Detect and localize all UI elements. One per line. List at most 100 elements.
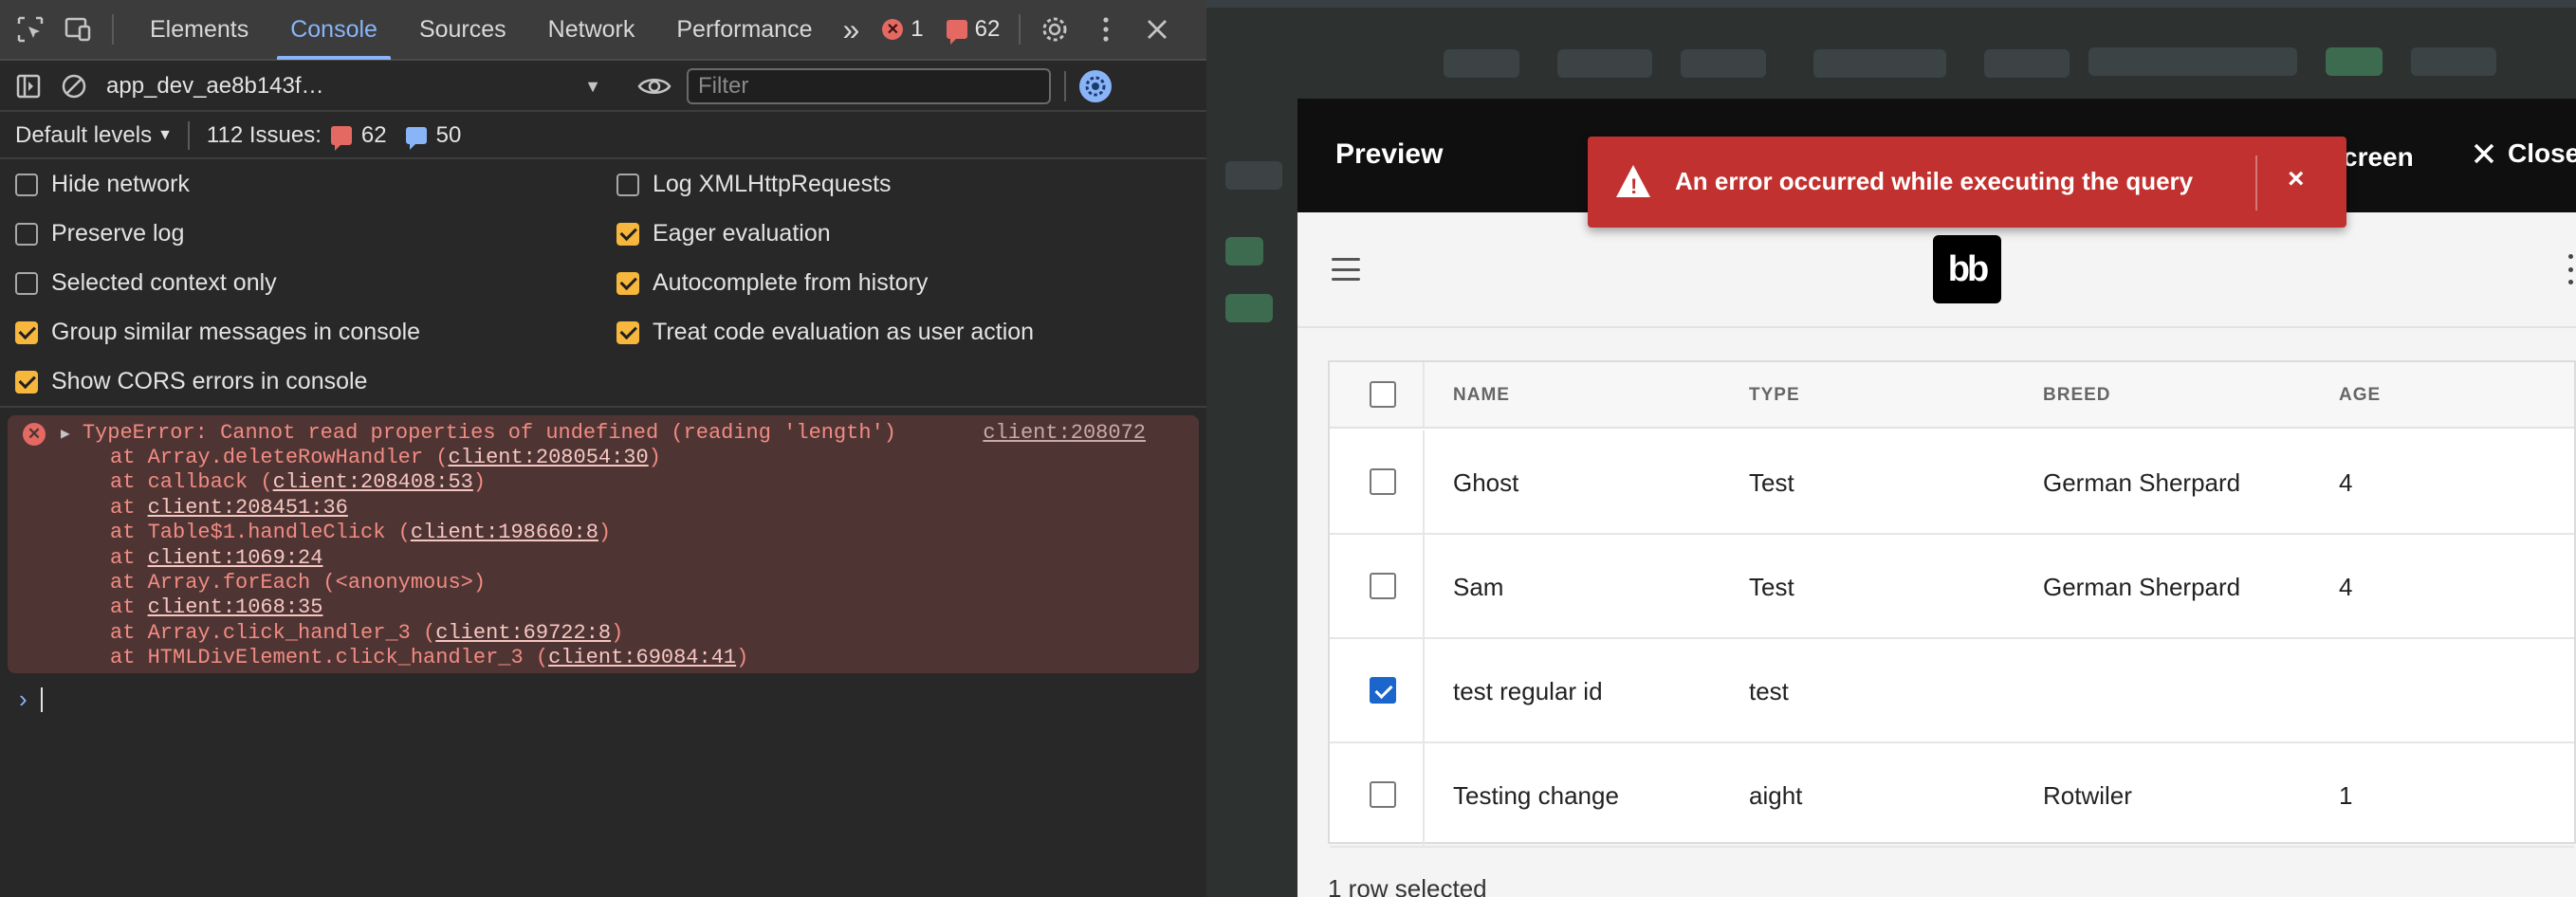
toolbar-divider: [1019, 14, 1021, 45]
stack-frame-link[interactable]: client:208054:30: [448, 446, 648, 469]
select-all-checkbox[interactable]: [1370, 381, 1396, 408]
toast-divider: [2255, 156, 2257, 211]
preserve-log-checkbox[interactable]: [15, 222, 38, 246]
table-row[interactable]: test regular id test: [1330, 639, 2574, 743]
column-header-breed[interactable]: BREED: [2043, 385, 2111, 406]
group-similar-option[interactable]: Group similar messages in console: [15, 319, 420, 346]
treat-code-checkbox[interactable]: [616, 320, 639, 344]
tab-elements[interactable]: Elements: [129, 0, 269, 60]
cell-name: Ghost: [1453, 468, 1519, 497]
row-checkbox[interactable]: [1370, 468, 1396, 495]
console-error-message: ✕ ▶ TypeError: Cannot read properties of…: [8, 415, 1199, 673]
cell-breed: Rotwiler: [2043, 781, 2132, 810]
settings-gear-icon[interactable]: [1036, 10, 1074, 48]
issues-summary[interactable]: 112 Issues: 62 50: [187, 121, 461, 151]
stack-frame-text: at Array.forEach (<anonymous>): [110, 570, 487, 595]
context-selector[interactable]: app_dev_ae8b143f… ▼: [93, 67, 615, 105]
blurred-element: [1225, 294, 1273, 322]
eager-eval-option[interactable]: Eager evaluation: [616, 220, 831, 247]
issue-count: 62: [974, 16, 1001, 42]
table-header: NAME TYPE BREED AGE: [1330, 362, 2574, 429]
stack-frame-link[interactable]: client:69722:8: [435, 621, 611, 645]
preserve-log-label: Preserve log: [51, 220, 185, 247]
table-row[interactable]: Testing change aight Rotwiler 1: [1330, 743, 2574, 848]
column-header-name[interactable]: NAME: [1453, 385, 1510, 406]
tab-performance[interactable]: Performance: [655, 0, 833, 60]
stack-frame-text: at Array.click_handler_3 (: [110, 620, 436, 645]
console-settings-icon[interactable]: [1079, 70, 1112, 102]
console-prompt[interactable]: ›: [19, 685, 43, 714]
log-xhr-checkbox[interactable]: [616, 173, 639, 196]
more-options-icon[interactable]: [2568, 254, 2576, 284]
cell-name: Sam: [1453, 573, 1504, 601]
column-header-age[interactable]: AGE: [2339, 385, 2381, 406]
tab-network[interactable]: Network: [527, 0, 656, 60]
error-circle-icon: ✕: [23, 423, 46, 446]
autocomplete-option[interactable]: Autocomplete from history: [616, 269, 928, 297]
toolbar-divider: [1064, 71, 1066, 101]
background-topbar: [1206, 0, 2576, 8]
tab-sources[interactable]: Sources: [398, 0, 527, 60]
tab-console[interactable]: Console: [269, 0, 398, 60]
column-header-type[interactable]: TYPE: [1749, 385, 1800, 406]
prompt-chevron-icon: ›: [19, 685, 28, 713]
expand-triangle-icon[interactable]: ▶: [61, 426, 70, 443]
hide-network-checkbox[interactable]: [15, 173, 38, 196]
eager-eval-checkbox[interactable]: [616, 222, 639, 246]
row-checkbox[interactable]: [1370, 781, 1396, 808]
stack-frame-text: ): [736, 646, 749, 670]
more-tabs-button[interactable]: »: [833, 0, 869, 60]
stack-frame-link[interactable]: client:1068:35: [148, 595, 323, 619]
show-cors-option[interactable]: Show CORS errors in console: [15, 368, 367, 395]
error-count-badge[interactable]: ✕ 1: [882, 16, 924, 43]
hamburger-menu-icon[interactable]: [1332, 258, 1360, 281]
log-levels-dropdown[interactable]: Default levels ▼: [0, 122, 188, 149]
text-caret: [40, 686, 43, 712]
blurred-element: [2411, 47, 2496, 76]
close-devtools-icon[interactable]: [1138, 10, 1176, 48]
toast-close-icon[interactable]: ×: [2288, 163, 2305, 195]
stack-frame-text: ): [611, 620, 624, 645]
filter-input[interactable]: [687, 68, 1051, 104]
row-checkbox[interactable]: [1370, 573, 1396, 599]
stack-frame-link[interactable]: client:198660:8: [411, 521, 598, 544]
row-select-cell: [1330, 430, 1425, 533]
stack-frame-link[interactable]: client:69084:41: [548, 646, 736, 669]
cell-type: test: [1749, 677, 1789, 705]
preserve-log-option[interactable]: Preserve log: [15, 220, 184, 247]
stack-frame: at client:1068:35: [110, 595, 748, 620]
selected-context-checkbox[interactable]: [15, 271, 38, 295]
error-source-link[interactable]: client:208072: [983, 421, 1146, 445]
group-similar-checkbox[interactable]: [15, 320, 38, 344]
fullscreen-button[interactable]: creen: [2343, 142, 2414, 173]
error-header[interactable]: ▶ TypeError: Cannot read properties of u…: [61, 421, 896, 445]
close-preview-button[interactable]: Close: [2474, 138, 2576, 169]
hide-network-option[interactable]: Hide network: [15, 171, 190, 198]
sidebar-toggle-icon[interactable]: [9, 67, 47, 105]
treat-code-label: Treat code evaluation as user action: [653, 319, 1035, 345]
blurred-element: [1813, 49, 1946, 78]
error-text: TypeError: Cannot read properties of und…: [82, 421, 896, 445]
show-cors-checkbox[interactable]: [15, 370, 38, 394]
log-xhr-option[interactable]: Log XMLHttpRequests: [616, 171, 892, 198]
autocomplete-checkbox[interactable]: [616, 271, 639, 295]
stack-frame-link[interactable]: client:208408:53: [273, 470, 473, 494]
selection-status: 1 row selected: [1328, 874, 1487, 897]
live-expression-eye-icon[interactable]: [635, 67, 673, 105]
issue-count-badge[interactable]: 62: [946, 16, 1001, 45]
more-options-icon[interactable]: [1087, 10, 1125, 48]
treat-code-option[interactable]: Treat code evaluation as user action: [616, 319, 1034, 346]
stack-frame-text: ): [472, 470, 487, 495]
row-select-cell: [1330, 743, 1425, 846]
inspect-element-icon[interactable]: [11, 10, 49, 48]
row-checkbox[interactable]: [1370, 677, 1396, 704]
selected-context-option[interactable]: Selected context only: [15, 269, 277, 297]
device-toolbar-icon[interactable]: [59, 10, 97, 48]
table-row[interactable]: Sam Test German Sherpard 4: [1330, 535, 2574, 639]
table-row[interactable]: Ghost Test German Sherpard 4: [1330, 430, 2574, 535]
clear-console-icon[interactable]: [55, 67, 93, 105]
stack-frame: at Array.click_handler_3 (client:69722:8…: [110, 621, 748, 646]
stack-frame-link[interactable]: client:1069:24: [148, 546, 323, 570]
stack-frame-link[interactable]: client:208451:36: [148, 496, 348, 520]
blurred-element: [1984, 49, 2070, 78]
